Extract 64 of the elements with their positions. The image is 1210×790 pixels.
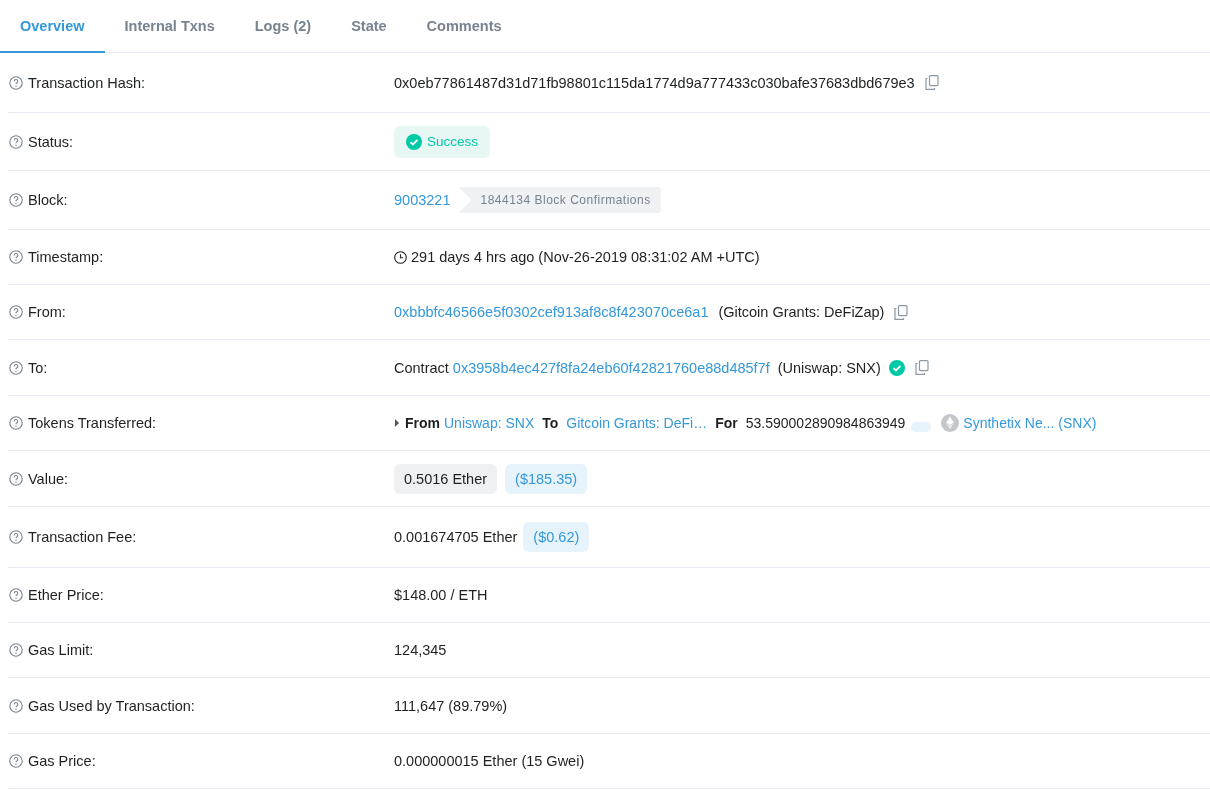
token-from-link[interactable]: Uniswap: SNX (444, 415, 535, 431)
transaction-hash: 0x0eb77861487d31d71fb98801c115da1774d9a777433c030bafe37683dbd679e3 (394, 74, 915, 91)
status-text: Success (427, 134, 479, 149)
help-icon (9, 643, 23, 657)
field-label: Transaction Fee: (28, 529, 137, 545)
tab[interactable]: Logs (2) (234, 0, 332, 53)
help-icon (9, 360, 23, 375)
help-icon (9, 250, 23, 264)
address-tag: (Gitcoin Grants: DeFiZap) (718, 304, 885, 320)
field-label: Gas Limit: (28, 642, 94, 658)
field-label: Block: (28, 192, 68, 208)
field-value: 111,647 (89.79%) (394, 697, 508, 714)
field-value: 124,345 (394, 642, 447, 658)
tab[interactable]: Internal Txns (104, 0, 235, 53)
fee-amount: 0.001674705 Ether (394, 529, 518, 545)
field-label: Value: (28, 470, 69, 487)
help-icon (9, 134, 23, 149)
usd-value-badge: ($185.35) (505, 463, 588, 494)
help-icon (9, 305, 23, 319)
field-label: Timestamp: (28, 249, 104, 265)
clock-icon (394, 250, 407, 264)
help-icon (9, 471, 23, 486)
token-amount: 53.590002890984863949 (745, 415, 906, 431)
ether-token-icon (941, 414, 960, 432)
check-circle-icon (406, 133, 422, 150)
timestamp-text: 291 days 4 hrs ago (Nov-26-2019 08:31:02 AM +UTC) (411, 249, 760, 265)
help-icon (9, 416, 23, 430)
field-label: Tokens Transferred: (28, 415, 157, 431)
field-label: Status: (28, 133, 74, 150)
help-icon (9, 698, 23, 713)
tab[interactable]: Overview (0, 0, 105, 53)
address-link[interactable]: 0xbbbfc46566e5f0302cef913af8c8f423070ce6a1 (394, 304, 709, 320)
usd-value-badge: ($0.62) (523, 522, 590, 552)
field-label: Ether Price: (28, 587, 104, 603)
transfer-keyword: For (715, 415, 738, 431)
empty-tag (911, 422, 932, 432)
block-link[interactable]: 9003221 (394, 192, 451, 208)
help-icon (9, 193, 23, 207)
help-icon (9, 754, 23, 768)
field-value: $148.00 / ETH (394, 587, 488, 603)
address-tag: (Uniswap: SNX) (777, 359, 881, 376)
field-label: Transaction Hash: (28, 74, 146, 91)
help-icon (9, 588, 23, 602)
field-label: To: (28, 359, 48, 376)
token-name-link[interactable]: Synthetix Ne... (SNX) (963, 415, 1097, 431)
ether-amount-badge: 0.5016 Ether (394, 463, 498, 494)
help-icon (9, 75, 23, 90)
help-icon (9, 530, 23, 544)
address-link[interactable]: 0x3958b4ec427f8fa24eb60f42821760e88d485f7f (452, 359, 770, 376)
tab[interactable]: State (331, 0, 407, 53)
field-value: 0.000000015 Ether (15 Gwei) (394, 753, 585, 769)
transfer-keyword: To (542, 415, 559, 431)
copy-icon[interactable] (914, 360, 929, 375)
field-label: Gas Used by Transaction: (28, 697, 195, 714)
field-label: Gas Price: (28, 753, 96, 769)
tab[interactable]: Comments (406, 0, 522, 53)
token-to-link[interactable]: Gitcoin Grants: DeFi… (566, 415, 708, 431)
confirmations-badge: 1844134 Block Confirmations (458, 187, 661, 213)
contract-label: Contract (394, 359, 449, 376)
transfer-keyword: From (405, 415, 440, 431)
copy-icon[interactable] (894, 304, 909, 320)
caret-icon (394, 419, 400, 427)
field-label: From: (28, 304, 66, 320)
copy-icon[interactable] (924, 75, 939, 90)
